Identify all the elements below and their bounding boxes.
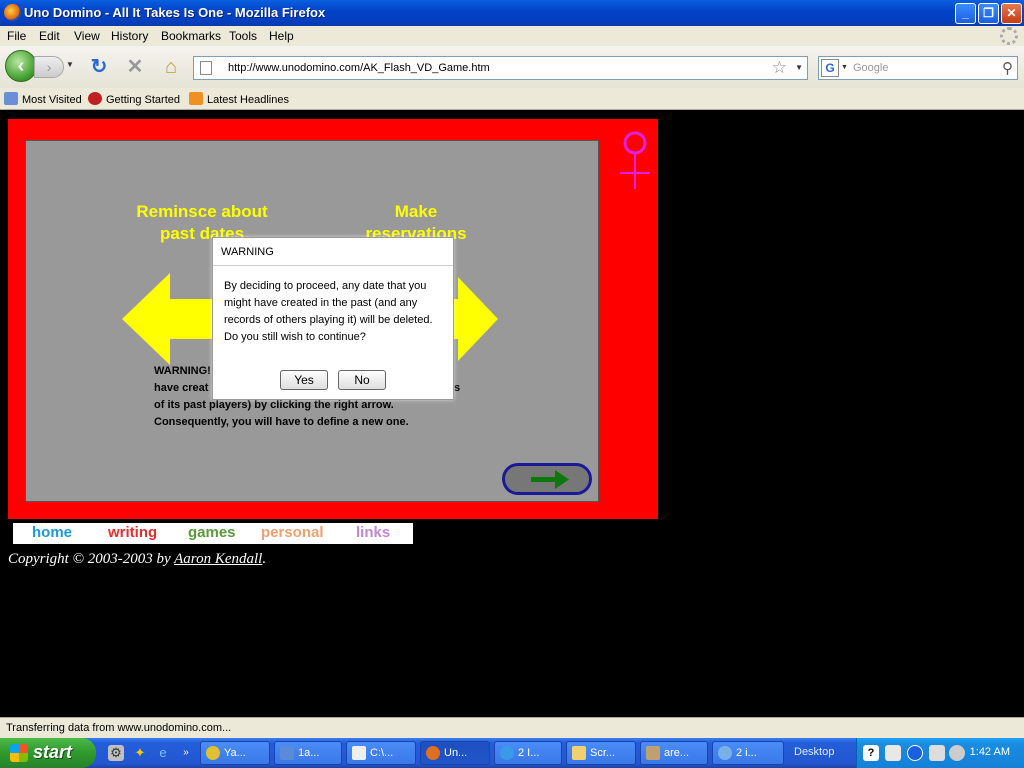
page-icon [200, 61, 212, 75]
author-link[interactable]: Aaron Kendall [174, 551, 262, 567]
nav-home-link[interactable]: home [32, 524, 72, 541]
quicklaunch-app-icon[interactable]: ⚙ [108, 745, 124, 761]
menu-view[interactable]: View [74, 29, 100, 43]
search-placeholder: Google [853, 62, 889, 74]
volume-icon[interactable] [949, 745, 965, 761]
home-icon[interactable]: ⌂ [160, 56, 182, 78]
engine-dropdown-icon[interactable]: ▼ [841, 64, 848, 71]
bookmarks-toolbar: Most Visited Getting Started Latest Head… [0, 88, 1024, 110]
desktop-toolbar[interactable]: Desktop [794, 746, 834, 758]
search-bar[interactable]: G ▼ Google ⚲ [818, 56, 1018, 80]
bookmark-star-icon[interactable]: ☆ [772, 58, 787, 78]
help-icon[interactable]: ? [863, 745, 879, 761]
forward-button[interactable]: › [34, 56, 64, 78]
minimize-button[interactable]: _ [955, 3, 976, 24]
most-visited-icon [4, 92, 18, 105]
throbber-icon [1000, 27, 1018, 45]
url-bar[interactable]: http://www.unodomino.com/AK_Flash_VD_Gam… [193, 56, 808, 80]
green-arrow-icon [531, 470, 569, 489]
quicklaunch-ie-icon[interactable]: e [155, 745, 171, 761]
taskbar-item-4[interactable]: Un... [420, 741, 490, 765]
taskbar: start ⚙ ✦ e » Ya... 1a... C:\... Un... 2… [0, 738, 1024, 768]
rss-icon [189, 92, 203, 105]
taskbar-item-7[interactable]: are... [640, 741, 708, 765]
taskbar-item-1[interactable]: Ya... [200, 741, 270, 765]
search-icon[interactable]: ⚲ [1002, 59, 1013, 77]
folder-icon [572, 746, 586, 760]
url-text: http://www.unodomino.com/AK_Flash_VD_Gam… [228, 62, 490, 74]
taskbar-item-8[interactable]: 2 i... [712, 741, 784, 765]
page-content: Reminsce about past dates Make reservati… [0, 111, 1024, 717]
status-text: Transferring data from www.unodomino.com… [6, 722, 232, 734]
bookmark-getting-started[interactable]: Getting Started [88, 92, 180, 106]
menu-bookmarks[interactable]: Bookmarks [161, 29, 221, 43]
firefox-icon [4, 4, 21, 21]
menu-help[interactable]: Help [269, 29, 294, 43]
history-dropdown-icon[interactable]: ▼ [66, 60, 74, 69]
taskbar-item-3[interactable]: C:\... [346, 741, 416, 765]
nav-games-link[interactable]: games [188, 524, 236, 541]
quicklaunch-messenger-icon[interactable]: ✦ [132, 745, 148, 761]
dialog-title: WARNING [213, 238, 453, 266]
network-icon[interactable] [929, 745, 945, 761]
taskbar-item-6[interactable]: Scr... [566, 741, 636, 765]
menu-file[interactable]: File [7, 29, 26, 43]
group-icon [718, 746, 732, 760]
bookmark-latest-headlines[interactable]: Latest Headlines [189, 92, 289, 106]
menu-edit[interactable]: Edit [39, 29, 60, 43]
status-bar: Transferring data from www.unodomino.com… [0, 717, 1024, 738]
bookmark-most-visited[interactable]: Most Visited [4, 92, 82, 106]
menu-history[interactable]: History [111, 29, 148, 43]
system-tray: ? 1:42 AM [856, 738, 1024, 768]
clock: 1:42 AM [969, 746, 1010, 758]
window-title: Uno Domino - All It Takes Is One - Mozil… [24, 5, 326, 20]
nav-personal-link[interactable]: personal [261, 524, 324, 541]
title-bar: Uno Domino - All It Takes Is One - Mozil… [0, 0, 1024, 26]
nav-writing-link[interactable]: writing [108, 524, 157, 541]
app-icon [646, 746, 660, 760]
venus-symbol-icon [620, 131, 650, 189]
back-button[interactable]: ‹ [5, 50, 37, 82]
chrome-icon [206, 746, 220, 760]
copyright: Copyright © 2003-2003 by Aaron Kendall. [8, 551, 267, 567]
maximize-button[interactable]: ❐ [978, 3, 999, 24]
reload-icon[interactable]: ↻ [88, 56, 110, 78]
taskbar-item-2[interactable]: 1a... [274, 741, 342, 765]
close-button[interactable]: ✕ [1001, 3, 1022, 24]
google-engine-icon[interactable]: G [821, 59, 839, 77]
firefox-taskbar-icon [426, 746, 440, 760]
left-arrow-button[interactable] [122, 273, 222, 365]
yes-button[interactable]: Yes [280, 370, 328, 390]
navigation-toolbar: ‹ › ▼ ↻ ✕ ⌂ http://www.unodomino.com/AK_… [0, 46, 1024, 88]
no-button[interactable]: No [338, 370, 386, 390]
warning-dialog: WARNING By deciding to proceed, any date… [212, 237, 454, 400]
next-arrow-button[interactable] [502, 463, 592, 495]
windows-logo-icon [10, 744, 28, 762]
start-button[interactable]: start [0, 738, 96, 768]
ie-icon [500, 746, 514, 760]
nav-links-link[interactable]: links [356, 524, 390, 541]
taskbar-item-5[interactable]: 2 I... [494, 741, 562, 765]
tray-app-icon[interactable] [885, 745, 901, 761]
menu-bar: File Edit View History Bookmarks Tools H… [0, 26, 1024, 46]
site-nav: home writing games personal links [13, 523, 413, 544]
quicklaunch-more-icon[interactable]: » [178, 745, 194, 761]
document-icon [280, 746, 294, 760]
firefox-small-icon [88, 92, 102, 105]
text-file-icon [352, 746, 366, 760]
stop-icon[interactable]: ✕ [124, 56, 146, 78]
menu-tools[interactable]: Tools [229, 29, 257, 43]
dialog-message: By deciding to proceed, any date that yo… [224, 280, 433, 343]
tray-collapse-icon[interactable] [907, 745, 923, 761]
url-dropdown-icon[interactable]: ▼ [795, 63, 803, 72]
